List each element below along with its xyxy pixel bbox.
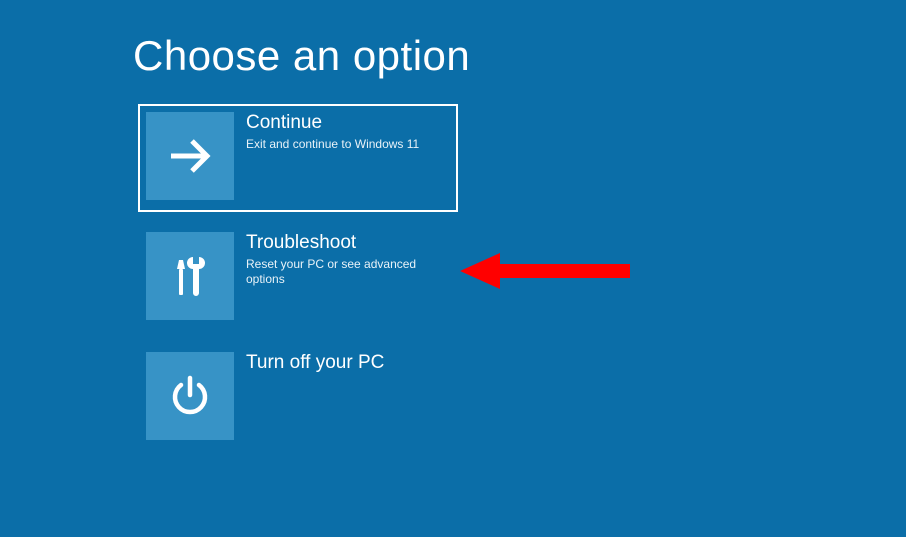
option-desc: Reset your PC or see advanced options — [246, 257, 450, 288]
power-icon — [146, 352, 234, 440]
option-troubleshoot[interactable]: Troubleshoot Reset your PC or see advanc… — [138, 224, 458, 332]
option-desc: Exit and continue to Windows 11 — [246, 137, 419, 153]
option-title: Turn off your PC — [246, 352, 384, 375]
option-title: Troubleshoot — [246, 232, 450, 255]
tools-icon — [146, 232, 234, 320]
option-title: Continue — [246, 112, 419, 135]
option-troubleshoot-text: Troubleshoot Reset your PC or see advanc… — [234, 232, 450, 288]
option-continue-text: Continue Exit and continue to Windows 11 — [234, 112, 419, 152]
option-continue[interactable]: Continue Exit and continue to Windows 11 — [138, 104, 458, 212]
option-turnoff[interactable]: Turn off your PC — [138, 344, 458, 452]
page-title: Choose an option — [133, 32, 906, 80]
option-turnoff-text: Turn off your PC — [234, 352, 384, 377]
arrow-right-icon — [146, 112, 234, 200]
